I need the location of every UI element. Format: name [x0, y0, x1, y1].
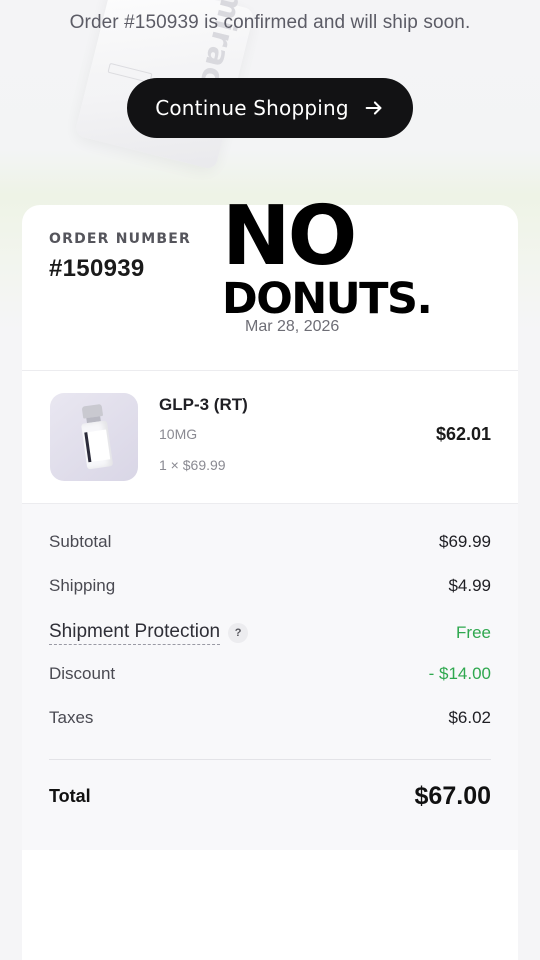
discount-value: - $14.00 [428, 664, 491, 683]
overlay-caption-line1: NO [222, 189, 357, 284]
item-name: GLP-3 (RT) [159, 395, 248, 414]
overlay-caption-line2: DONUTS. [222, 274, 433, 324]
order-item-row: GLP-3 (RT) 10MG 1 × $69.99 $62.01 [22, 371, 518, 503]
vial-icon [79, 403, 114, 471]
taxes-value: $6.02 [448, 708, 491, 727]
continue-shopping-label: Continue Shopping [155, 96, 349, 120]
shipping-value: $4.99 [448, 576, 491, 595]
shipment-protection-row: Shipment Protection ? Free [49, 621, 491, 645]
shipment-protection-wrap: Shipment Protection ? [49, 621, 249, 645]
subtotal-row: Subtotal $69.99 [49, 532, 491, 552]
help-icon[interactable]: ? [228, 623, 249, 643]
confirmation-message: Order #150939 is confirmed and will ship… [69, 12, 471, 33]
order-number-label: ORDER NUMBER [49, 231, 191, 247]
shipping-label: Shipping [49, 576, 116, 595]
order-number-value: #150939 [49, 255, 145, 282]
item-variant: 10MG [159, 426, 198, 442]
discount-row: Discount - $14.00 [49, 664, 491, 684]
taxes-label: Taxes [49, 708, 94, 727]
shipping-row: Shipping $4.99 [49, 576, 491, 596]
item-quantity-price: 1 × $69.99 [159, 457, 226, 473]
shipment-protection-value: Free [456, 623, 491, 642]
taxes-row: Taxes $6.02 [49, 708, 491, 728]
total-label: Total [49, 786, 91, 806]
total-row: Total $67.00 [49, 782, 491, 811]
total-divider [49, 759, 491, 760]
order-summary: Subtotal $69.99 Shipping $4.99 Shipment … [22, 503, 518, 850]
item-price: $62.01 [435, 424, 491, 444]
product-thumbnail [50, 393, 138, 481]
shipment-protection-label[interactable]: Shipment Protection [49, 621, 221, 645]
subtotal-value: $69.99 [439, 532, 491, 551]
order-number-block: ORDER NUMBER #150939 [49, 231, 191, 283]
discount-label: Discount [49, 664, 116, 683]
total-value: $67.00 [414, 782, 491, 810]
arrow-right-icon [365, 101, 382, 115]
card-lower-area [22, 850, 518, 960]
subtotal-label: Subtotal [49, 532, 112, 551]
continue-shopping-button[interactable]: Continue Shopping [127, 78, 413, 138]
